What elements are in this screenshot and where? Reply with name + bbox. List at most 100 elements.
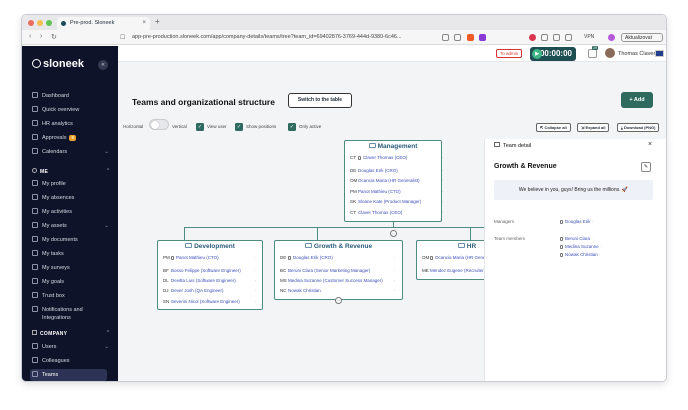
expand-toggle-icon[interactable]: − <box>335 297 342 304</box>
lock-icon[interactable] <box>454 34 461 41</box>
to-admin-button[interactable]: To admin <box>496 49 523 58</box>
documents-icon <box>32 236 38 242</box>
puzzle-icon[interactable] <box>541 34 548 41</box>
view-user-checkbox[interactable]: ✓ <box>196 123 204 131</box>
timer-value: 00:00:00 <box>539 49 572 58</box>
sidebar-item-approvals[interactable]: Approvals 9 <box>32 132 112 144</box>
member-row[interactable]: NC Nowak Christian · <box>280 288 396 294</box>
show-positions-checkbox[interactable]: ✓ <box>235 123 243 131</box>
sidebar-item-teams[interactable]: Teams <box>30 369 107 381</box>
new-tab-icon[interactable]: + <box>155 17 160 26</box>
back-icon[interactable]: ‹ <box>29 33 31 40</box>
add-button[interactable]: + Add <box>621 92 653 108</box>
member-row[interactable]: DL Devitta Luis (Software Engineer) · <box>163 278 257 284</box>
sidebar-item-colleagues[interactable]: Colleagues <box>32 355 112 367</box>
team-motto: We believe in you, guys! Bring us the mi… <box>494 180 653 200</box>
collapse-sidebar-button[interactable]: « <box>98 60 108 70</box>
member-row[interactable]: OMOcancia Maria (HR Generalist) · <box>350 178 444 184</box>
minimize-window-dot[interactable] <box>37 20 43 26</box>
edit-icon[interactable]: ✎ <box>641 162 651 172</box>
member-row[interactable]: PMPanot Mathieu (CTO)· <box>350 189 444 195</box>
sidebar-item-my-profile[interactable]: My profile <box>32 178 112 190</box>
member-row[interactable]: SK Sloane Kate (Product Manager) · <box>350 199 444 205</box>
team-card-management[interactable]: Management CT Claver Thomas (CEO) · DE Doug… <box>344 140 444 222</box>
update-button[interactable]: Aktualizovat <box>621 33 663 42</box>
member-row[interactable]: BC Beruni Clara (Senior Marketing Manager… <box>280 268 396 274</box>
brave-shield-icon[interactable] <box>467 34 474 41</box>
time-tracker[interactable]: ▶ 00:00:00 <box>530 47 576 61</box>
profile-icon[interactable] <box>608 34 615 41</box>
collapse-all-button[interactable]: ⇱ Collapse all <box>536 123 571 132</box>
more-icon: · <box>442 210 444 215</box>
sidebar-item-trust-box[interactable]: Trust box <box>32 290 112 302</box>
member-row[interactable]: MSMedina Suzanne (Customer Success Manag… <box>280 278 396 284</box>
wallet-icon[interactable] <box>565 34 572 41</box>
sidebar-item-calendars[interactable]: Calendars ⌄ <box>32 146 112 158</box>
expand-toggle-icon[interactable]: − <box>390 230 397 237</box>
play-icon[interactable]: ▶ <box>532 49 542 59</box>
sidebar-item-dashboard[interactable]: Dashboard <box>32 90 112 102</box>
member-row[interactable]: BF Bosso Felippe (Software Engineer) · <box>163 268 257 274</box>
member-item[interactable]: Medina Suzanne · <box>560 243 602 250</box>
more-icon: · <box>255 268 257 273</box>
browser-tab[interactable]: Pre-prod. Sloneek × <box>57 17 150 30</box>
sidebar-item-users[interactable]: Users ⌄ <box>32 341 112 353</box>
notifications-icon[interactable] <box>588 49 597 58</box>
language-flag-icon[interactable] <box>655 50 664 57</box>
more-icon: · <box>442 189 444 194</box>
managers-label: Managers <box>494 219 515 224</box>
sidebar-item-my-goals[interactable]: My goals <box>32 276 112 288</box>
more-icon: · <box>255 278 257 283</box>
sidebar-item-my-tasks[interactable]: My tasks <box>32 248 112 260</box>
sidebar-item-my-surveys[interactable]: My surveys <box>32 262 112 274</box>
more-icon: · <box>394 268 396 273</box>
team-card-development[interactable]: Development PM Panot Mathieu (CTO) · BF Bos… <box>157 240 263 310</box>
member-item[interactable]: Beruni Clara · <box>560 235 593 242</box>
team-title: Development <box>158 243 262 250</box>
member-row[interactable]: CT Claver Thomas (CEO) · <box>350 210 444 216</box>
sidebar-icon[interactable] <box>553 34 560 41</box>
sidebar-item-my-assets[interactable]: My assets ⌄ <box>32 220 112 232</box>
member-row[interactable]: DE Douglas Erik (CRO) · <box>280 255 396 261</box>
expand-all-button[interactable]: ⇲ Expand all <box>577 123 610 132</box>
team-card-growth-revenue[interactable]: Growth & Revenue DE Douglas Erik (CRO) · B… <box>274 240 403 300</box>
share-icon[interactable] <box>442 34 449 41</box>
download-png-button[interactable]: ⤓ Download (PNG) <box>617 123 660 132</box>
member-row[interactable]: SN Severini Nicol (Software Engineer) · <box>163 299 257 305</box>
sidebar-item-notifications[interactable]: Notifications and Integrations <box>32 304 112 324</box>
member-row[interactable]: DE Douglas Erik (CRO) · <box>350 168 444 174</box>
reload-icon[interactable]: ↻ <box>51 33 57 41</box>
trust-box-icon <box>32 292 38 298</box>
orientation-toggle[interactable] <box>149 119 169 130</box>
member-row[interactable]: MEMendez Eugene (Recruiter) <box>422 268 485 274</box>
maximize-window-dot[interactable] <box>46 20 52 26</box>
url-input[interactable]: app-pre-production.sloneek.com/app/compa… <box>132 32 432 43</box>
member-row[interactable]: PMPanot Mathieu (CTO)· <box>163 255 257 261</box>
switch-to-table-button[interactable]: Switch to the table <box>288 93 352 108</box>
vpn-label[interactable]: VPN <box>584 34 594 40</box>
close-icon[interactable]: × <box>648 141 652 148</box>
sidebar-item-my-absences[interactable]: My absences <box>32 192 112 204</box>
sidebar-item-my-activities[interactable]: My activities <box>32 206 112 218</box>
sidebar-item-hr-analytics[interactable]: HR analytics <box>32 118 112 130</box>
sidebar-item-quick-overview[interactable]: Quick overview <box>32 104 112 116</box>
only-active-checkbox[interactable]: ✓ <box>288 123 296 131</box>
person-icon <box>288 256 291 260</box>
member-row[interactable]: DJ Dever Josh (QA Engineer) · <box>163 288 257 294</box>
bookmark-icon[interactable]: ☐ <box>120 34 125 41</box>
person-icon <box>560 220 563 224</box>
member-row[interactable]: CT Claver Thomas (CEO) · <box>350 155 444 161</box>
close-window-dot[interactable] <box>28 20 34 26</box>
tab-title: Pre-prod. Sloneek <box>70 20 115 26</box>
top-header: To admin ▶00:00:00 29 Thomas Claver⌄ <box>118 46 666 62</box>
rewards-icon[interactable] <box>479 34 486 41</box>
person-icon <box>560 253 563 257</box>
member-item[interactable]: Nowak Christian · <box>560 251 601 258</box>
manager-item[interactable]: Douglas Erik · <box>560 218 593 225</box>
colleagues-icon <box>32 357 38 363</box>
forward-icon[interactable]: › <box>40 33 42 40</box>
sidebar-item-my-documents[interactable]: My documents <box>32 234 112 246</box>
vertical-label: Vertical <box>172 124 187 129</box>
extension-icon[interactable] <box>529 34 536 41</box>
tab-close-icon[interactable]: × <box>142 17 146 30</box>
